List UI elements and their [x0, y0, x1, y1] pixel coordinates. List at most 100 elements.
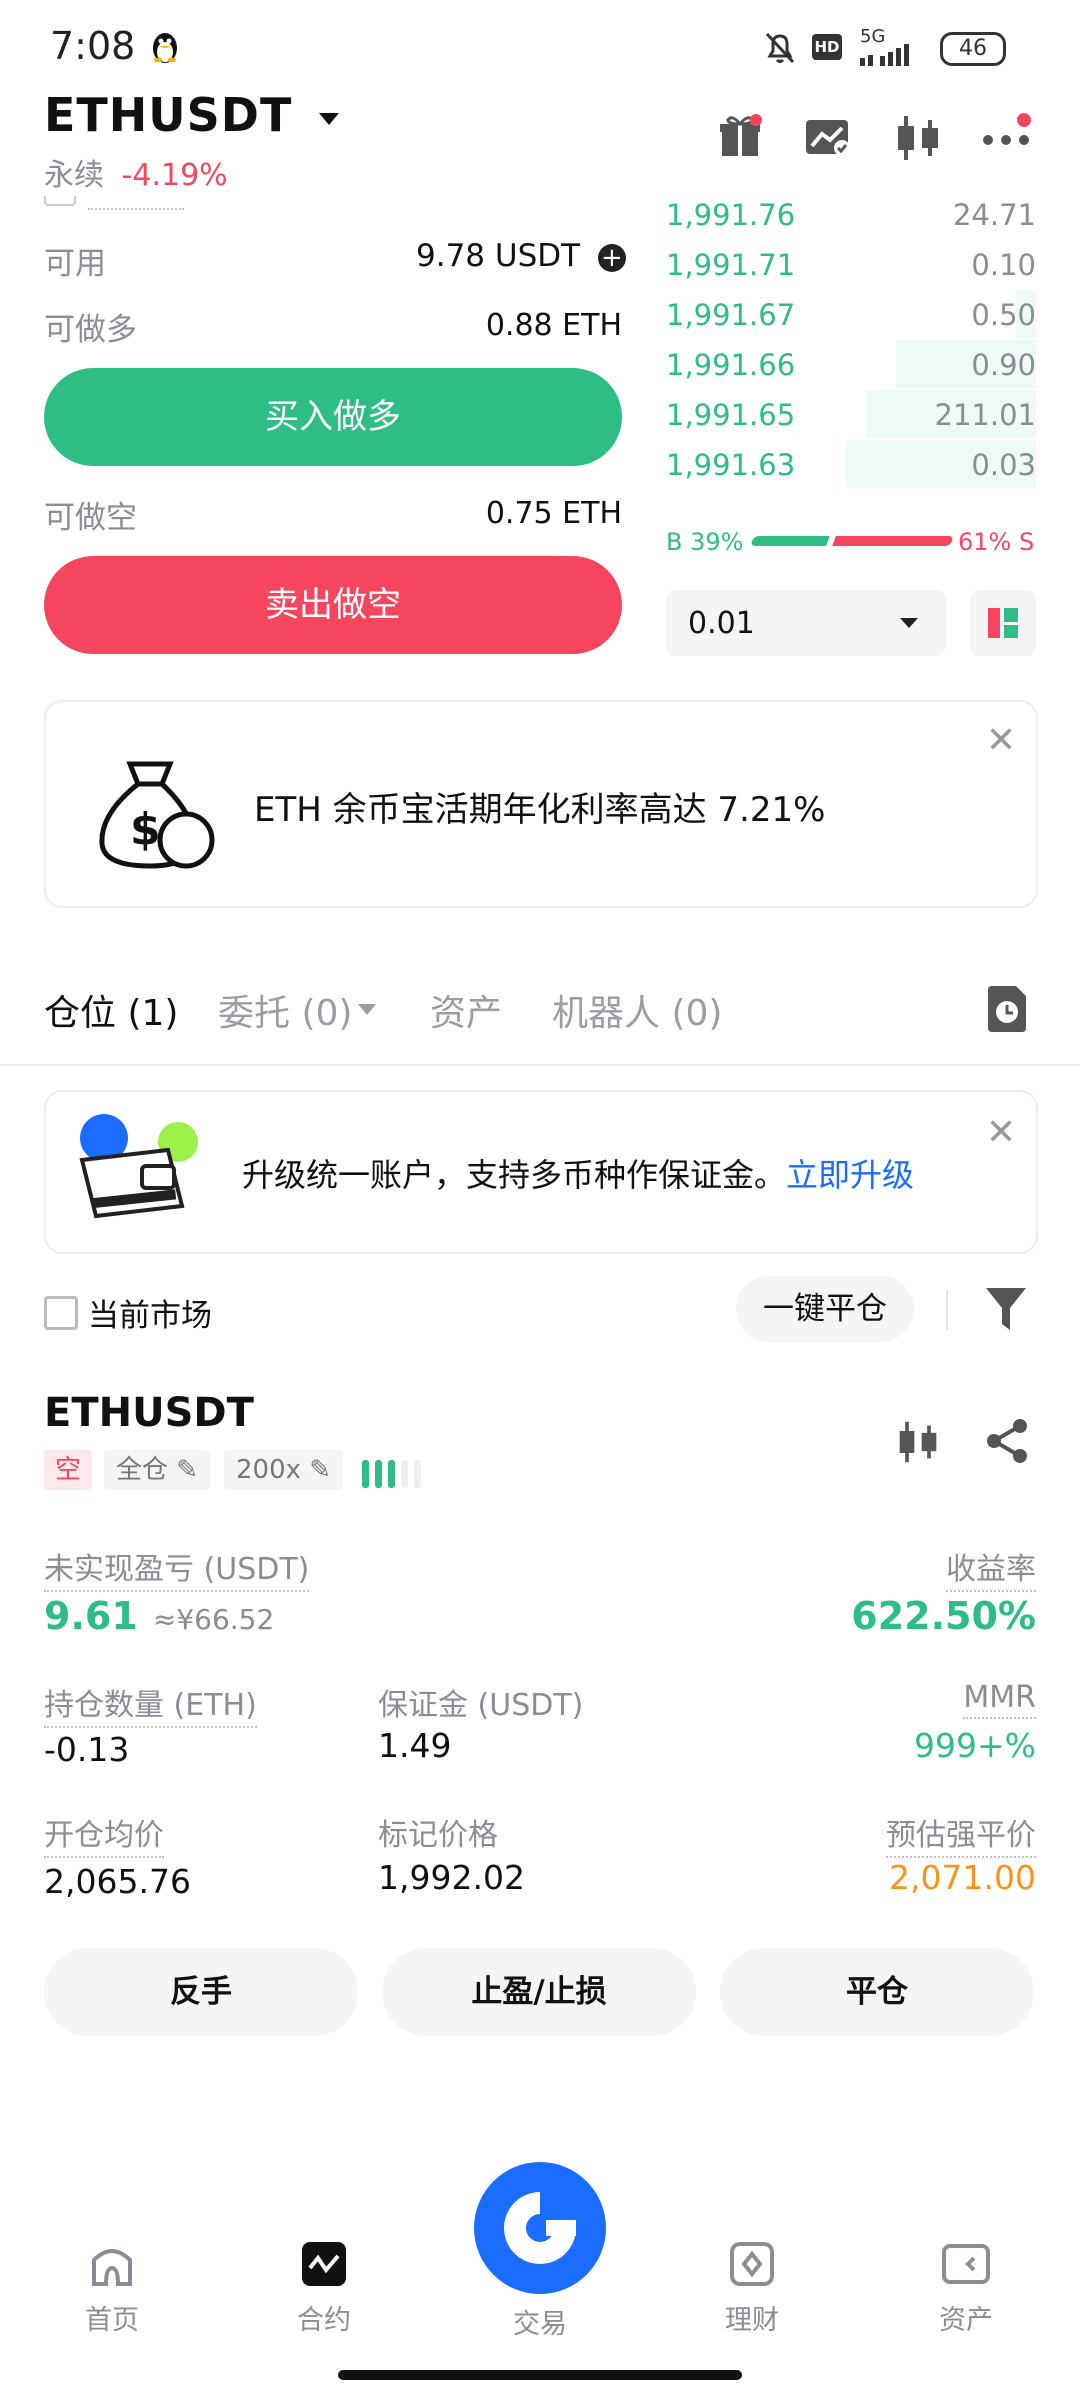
- close-position-button[interactable]: 平仓: [720, 1948, 1034, 2036]
- mark-value: 1,992.02: [378, 1858, 525, 1897]
- mark-label: 标记价格: [378, 1818, 498, 1853]
- tab-orders[interactable]: 委托 (0): [218, 984, 352, 1036]
- book-layout-button[interactable]: [970, 590, 1036, 656]
- margin-label: 保证金 (USDT): [378, 1688, 584, 1723]
- nav-home[interactable]: 首页: [52, 2240, 172, 2337]
- precision-value: 0.01: [688, 606, 755, 641]
- orderbook-row[interactable]: 1,991.76 24.71: [666, 190, 1036, 240]
- nav-label: 合约: [297, 2305, 351, 2336]
- orderbook-row[interactable]: 1,991.66 0.90: [666, 340, 1036, 390]
- money-bag-icon: $: [90, 744, 220, 878]
- mute-bell-icon: [762, 30, 798, 70]
- promo-card[interactable]: $ ETH 余币宝活期年化利率高达 7.21% ✕: [44, 700, 1038, 908]
- trade-fab[interactable]: [474, 2162, 606, 2294]
- ratio-bar-sell: [832, 536, 954, 546]
- hd-icon: HD: [812, 34, 842, 60]
- nav-label: 资产: [939, 2305, 993, 2336]
- orderbook-qty: 0.10: [971, 248, 1036, 282]
- layout-icon: [988, 608, 1018, 638]
- gift-icon[interactable]: [716, 112, 764, 164]
- available-value: 9.78 USDT +: [416, 238, 626, 274]
- candlestick-icon[interactable]: [894, 114, 942, 166]
- home-icon: [88, 2240, 136, 2288]
- home-indicator[interactable]: [338, 2370, 742, 2380]
- orderbook-price: 1,991.76: [666, 198, 796, 232]
- earn-icon: [728, 2240, 776, 2288]
- available-label: 可用: [44, 246, 106, 282]
- sell-ratio-label: 61% S: [958, 528, 1035, 556]
- size-value: -0.13: [44, 1730, 130, 1769]
- risk-level-icon: [362, 1460, 438, 1492]
- mmr-value: 999+%: [914, 1726, 1036, 1765]
- orderbook-price: 1,991.71: [666, 248, 796, 282]
- orderbook-price: 1,991.65: [666, 398, 796, 432]
- add-funds-icon[interactable]: +: [597, 243, 626, 272]
- orderbook-row[interactable]: 1,991.65 211.01: [666, 390, 1036, 440]
- roe-value: 622.50%: [851, 1594, 1036, 1638]
- pair-title: ETHUSDT: [44, 88, 293, 142]
- precision-select[interactable]: 0.01: [666, 590, 946, 656]
- upnl-row: 9.61 ≈¥66.52: [44, 1594, 274, 1638]
- liq-label: 预估强平价: [886, 1810, 1036, 1858]
- orderbook-qty: 24.71: [952, 198, 1036, 232]
- available-amount: 9.78 USDT: [416, 238, 581, 274]
- tab-dropdown-icon: [358, 1004, 376, 1015]
- ratio-bar: [750, 536, 954, 546]
- long-label: 可做多: [44, 312, 137, 348]
- tab-assets[interactable]: 资产: [430, 984, 502, 1036]
- promo-text: ETH 余币宝活期年化利率高达 7.21%: [254, 790, 826, 830]
- contract-type: 永续: [44, 158, 104, 193]
- filter-icon[interactable]: [986, 1288, 1026, 1334]
- edit-icon: ✎: [309, 1455, 332, 1485]
- pair-selector[interactable]: ETHUSDT: [44, 88, 340, 142]
- wallet-illustration-icon: [72, 1110, 202, 1234]
- buy-ratio-label: B 39%: [666, 528, 744, 556]
- nav-futures[interactable]: 合约: [264, 2240, 384, 2337]
- share-icon[interactable]: [984, 1418, 1030, 1468]
- history-icon[interactable]: [986, 986, 1028, 1036]
- nav-trade[interactable]: 交易: [480, 2302, 600, 2341]
- reverse-button[interactable]: 反手: [44, 1948, 358, 2036]
- tab-bots[interactable]: 机器人 (0): [552, 984, 722, 1036]
- close-all-button[interactable]: 一键平仓: [736, 1276, 914, 1342]
- margin-mode-badge[interactable]: 全仓 ✎: [104, 1450, 211, 1490]
- roe-label: 收益率: [946, 1544, 1036, 1592]
- orderbook-qty: 0.03: [971, 448, 1036, 482]
- filter-divider: [946, 1290, 948, 1330]
- size-label: 持仓数量 (ETH): [44, 1680, 257, 1728]
- tab-positions[interactable]: 仓位 (1): [44, 984, 178, 1036]
- liq-value: 2,071.00: [889, 1858, 1036, 1897]
- tpsl-button[interactable]: 止盈/止损: [382, 1948, 696, 2036]
- more-icon[interactable]: [982, 112, 1032, 156]
- upnl-value: 9.61: [44, 1594, 138, 1638]
- close-icon[interactable]: ✕: [986, 720, 1016, 761]
- svg-text:$: $: [130, 804, 161, 855]
- checkbox[interactable]: [44, 1295, 78, 1330]
- upgrade-link[interactable]: 立即升级: [786, 1156, 914, 1194]
- side-badge: 空: [44, 1450, 92, 1490]
- sell-short-button[interactable]: 卖出做空: [44, 556, 622, 654]
- orderbook-row[interactable]: 1,991.63 0.03: [666, 440, 1036, 490]
- nav-earn[interactable]: 理财: [692, 2240, 812, 2337]
- upgrade-card[interactable]: 升级统一账户，支持多币种作保证金。立即升级 ✕: [44, 1090, 1038, 1254]
- position-symbol[interactable]: ETHUSDT: [44, 1390, 254, 1436]
- buy-long-button[interactable]: 买入做多: [44, 368, 622, 466]
- orderbook-qty: 211.01: [934, 398, 1036, 432]
- chevron-down-icon: [900, 618, 918, 628]
- margin-value: 1.49: [378, 1726, 452, 1765]
- ratio-bar-buy: [750, 536, 830, 546]
- futures-icon: [300, 2240, 348, 2288]
- orderbook-row[interactable]: 1,991.67 0.50: [666, 290, 1036, 340]
- chart-icon[interactable]: [804, 116, 852, 164]
- leverage-badge[interactable]: 200x ✎: [224, 1450, 344, 1490]
- orderbook-price: 1,991.63: [666, 448, 796, 482]
- close-icon[interactable]: ✕: [986, 1112, 1016, 1153]
- orderbook-row[interactable]: 1,991.71 0.10: [666, 240, 1036, 290]
- nav-assets[interactable]: 资产: [906, 2240, 1026, 2337]
- candlestick-icon[interactable]: [896, 1420, 940, 1468]
- current-market-filter[interactable]: 当前市场: [44, 1290, 212, 1335]
- battery-indicator: 46: [940, 32, 1006, 66]
- upgrade-message: 升级统一账户，支持多币种作保证金。立即升级: [242, 1150, 914, 1196]
- nav-label: 交易: [513, 2309, 567, 2340]
- price-change: -4.19%: [121, 158, 228, 193]
